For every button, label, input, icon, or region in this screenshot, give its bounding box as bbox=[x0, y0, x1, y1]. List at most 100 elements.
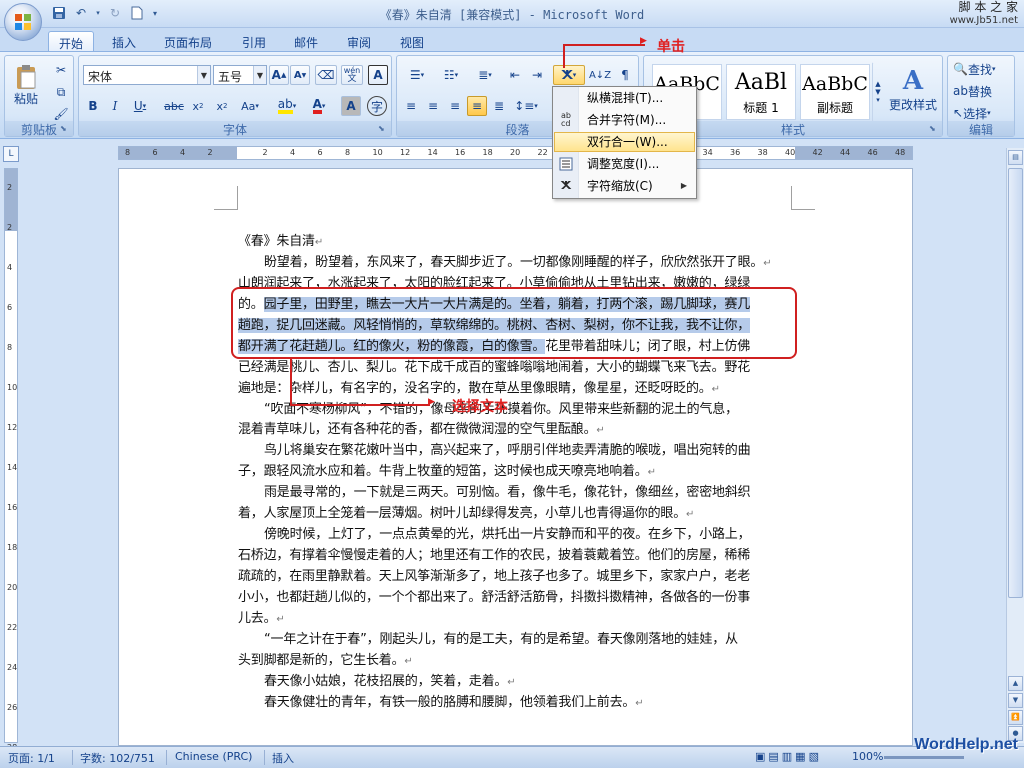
font-launcher-icon[interactable]: ⬊ bbox=[378, 124, 388, 134]
underline-button[interactable]: U ▾ bbox=[127, 96, 153, 116]
word-count[interactable]: 字数: 102/751 bbox=[80, 750, 155, 766]
character-shading-button[interactable]: A bbox=[341, 96, 361, 116]
font-color-button[interactable]: A ▾ bbox=[305, 96, 333, 116]
tab-home[interactable]: 开始 bbox=[48, 31, 95, 52]
cut-button[interactable]: ✂ bbox=[51, 60, 71, 80]
zoom-slider[interactable] bbox=[884, 756, 964, 759]
document-line[interactable]: 着，人家屋顶上全笼着一层薄烟。树叶儿却绿得发亮，小草儿也青得逼你的眼。↵ bbox=[238, 504, 794, 525]
distributed-button[interactable]: ≣ bbox=[489, 96, 509, 116]
document-line[interactable]: 已经满是桃儿、杏儿、梨儿。花下成千成百的蜜蜂嗡嗡地闹着，大小的蝴蝶飞来飞去。野花 bbox=[238, 358, 794, 379]
menu-item-combine-chars[interactable]: ab cd 合并字符(M)... bbox=[554, 110, 695, 130]
document-line[interactable]: 遍地是：杂样儿，有名字的，没名字的，散在草丛里像眼睛，像星星，还眨呀眨的。↵ bbox=[238, 379, 794, 400]
page-count[interactable]: 页面: 1/1 bbox=[8, 750, 55, 766]
document-line[interactable]: 雨是最寻常的，一下就是三两天。可别恼。看，像牛毛，像花针，像细丝，密密地斜织 bbox=[238, 483, 794, 504]
styles-launcher-icon[interactable]: ⬊ bbox=[929, 124, 939, 134]
tab-page-layout[interactable]: 页面布局 bbox=[154, 31, 222, 52]
document-line[interactable]: 傍晚时候，上灯了，一点点黄晕的光，烘托出一片安静而和平的夜。在乡下，小路上， bbox=[238, 525, 794, 546]
replace-button[interactable]: ab 替换 bbox=[952, 81, 1012, 101]
document-line[interactable]: 春天像小姑娘，花枝招展的，笑着，走着。↵ bbox=[238, 672, 794, 693]
bold-button[interactable]: B bbox=[83, 96, 103, 116]
language-indicator[interactable]: Chinese (PRC) bbox=[175, 750, 252, 763]
character-border-button[interactable]: A bbox=[368, 65, 388, 85]
clipboard-launcher-icon[interactable]: ⬊ bbox=[60, 124, 70, 134]
style-subtitle[interactable]: AaBbC 副标题 bbox=[800, 64, 870, 120]
document-line[interactable]: 小小，也都赶趟儿似的，一个个都出来了。舒活舒活筋骨，抖擞抖擞精神，各做各的一份事 bbox=[238, 588, 794, 609]
tab-view[interactable]: 视图 bbox=[390, 31, 434, 52]
line-spacing-button[interactable]: ↕≡ ▾ bbox=[511, 96, 541, 116]
document-line[interactable]: “一年之计在于春”，刚起头儿，有的是工夫，有的是希望。春天像刚落地的娃娃，从 bbox=[238, 630, 794, 651]
grow-font-button[interactable]: A ▲ bbox=[269, 65, 289, 85]
justify-button[interactable]: ≡ bbox=[467, 96, 487, 116]
bullets-button[interactable]: ☰ ▾ bbox=[401, 65, 433, 85]
highlight-button[interactable]: ab ▾ bbox=[273, 96, 301, 116]
office-button[interactable] bbox=[4, 3, 42, 41]
tab-references[interactable]: 引用 bbox=[232, 31, 276, 52]
tab-review[interactable]: 审阅 bbox=[337, 31, 381, 52]
change-case-button[interactable]: Aa ▾ bbox=[235, 96, 265, 116]
menu-item-fit-width[interactable]: 调整宽度(I)... bbox=[554, 154, 695, 174]
select-button[interactable]: ↖ 选择 ▾ bbox=[952, 103, 1012, 123]
status-separator bbox=[166, 750, 167, 765]
paste-button[interactable]: 粘贴 bbox=[9, 60, 43, 110]
chevron-up-icon[interactable]: ▲ bbox=[875, 80, 880, 88]
menu-item-vertical-mix[interactable]: 纵横混排(T)... bbox=[554, 88, 695, 108]
styles-scroll[interactable]: ▲ ▼ ▾ bbox=[872, 62, 884, 122]
vertical-ruler[interactable]: 2246810121416182022242628 bbox=[4, 168, 18, 752]
scroll-down-icon[interactable]: ▼ bbox=[1008, 693, 1023, 708]
shrink-font-button[interactable]: A ▼ bbox=[290, 65, 310, 85]
subscript-button[interactable]: x2 bbox=[187, 96, 209, 116]
clear-formatting-button[interactable]: ⌫ bbox=[315, 65, 337, 85]
scrollbar-thumb[interactable] bbox=[1008, 168, 1023, 598]
view-buttons[interactable]: ▣▤▥▦▧ bbox=[755, 750, 822, 763]
multilevel-list-button[interactable]: ≣ ▾ bbox=[469, 65, 501, 85]
tab-insert[interactable]: 插入 bbox=[102, 31, 146, 52]
decrease-indent-button[interactable]: ⇤ bbox=[505, 65, 525, 85]
document-line[interactable]: 子，跟轻风流水应和着。牛背上牧童的短笛，这时候也成天嘹亮地响着。↵ bbox=[238, 462, 794, 483]
chevron-down-icon[interactable]: ▼ bbox=[875, 88, 880, 96]
strikethrough-button[interactable]: abc bbox=[163, 96, 185, 116]
tab-selector-icon[interactable]: L bbox=[3, 146, 19, 162]
enclose-characters-button[interactable]: 字 bbox=[367, 96, 387, 116]
italic-button[interactable]: I bbox=[105, 96, 125, 116]
scroll-up-icon[interactable]: ▲ bbox=[1008, 676, 1023, 691]
tab-mailings[interactable]: 邮件 bbox=[284, 31, 328, 52]
zoom-level[interactable]: 100% bbox=[852, 750, 883, 763]
document-line[interactable]: 混着青草味儿，还有各种花的香，都在微微润湿的空气里酝酿。↵ bbox=[238, 420, 794, 441]
numbering-button[interactable]: ☷ ▾ bbox=[435, 65, 467, 85]
document-line[interactable]: 头到脚都是新的，它生长着。↵ bbox=[238, 651, 794, 672]
show-marks-button[interactable]: ¶ bbox=[615, 65, 635, 85]
document-line[interactable]: 春天像健壮的青年，有铁一般的胳膊和腰脚，他领着我们上前去。↵ bbox=[238, 693, 794, 714]
font-size-value: 五号 bbox=[218, 70, 243, 84]
vertical-scrollbar[interactable]: ▤ ▲ ▼ ⏫ ● bbox=[1006, 148, 1024, 743]
style-heading1[interactable]: AaBl 标题 1 bbox=[726, 64, 796, 120]
superscript-button[interactable]: x2 bbox=[211, 96, 233, 116]
document-line[interactable]: “吹面不寒杨柳风”，不错的，像母亲的手抚摸着你。风里带来些新翻的泥土的气息， bbox=[238, 400, 794, 421]
menu-item-two-lines-in-one[interactable]: 双行合一(W)... bbox=[554, 132, 695, 152]
find-button[interactable]: 🔍 查找 ▾ bbox=[952, 59, 1012, 79]
document-line[interactable]: 鸟儿将巢安在繁花嫩叶当中，高兴起来了，呼朋引伴地卖弄清脆的喉咙，唱出宛转的曲 bbox=[238, 441, 794, 462]
asian-layout-button[interactable]: ⵅ ▾ bbox=[553, 65, 585, 85]
align-left-button[interactable]: ≡ bbox=[401, 96, 421, 116]
document-line[interactable]: 儿去。↵ bbox=[238, 609, 794, 630]
more-icon[interactable]: ▾ bbox=[876, 96, 880, 104]
chevron-down-icon[interactable]: ▼ bbox=[253, 66, 266, 84]
change-styles-button[interactable]: A 更改样式 bbox=[886, 60, 940, 118]
increase-indent-button[interactable]: ⇥ bbox=[527, 65, 547, 85]
align-right-button[interactable]: ≡ bbox=[445, 96, 465, 116]
phonetic-guide-button[interactable]: wén 文 bbox=[341, 65, 363, 85]
previous-page-icon[interactable]: ⏫ bbox=[1008, 710, 1023, 725]
ruler-toggle-icon[interactable]: ▤ bbox=[1008, 150, 1023, 165]
menu-item-char-scale[interactable]: ⵅ 字符缩放(C) ▶ bbox=[554, 176, 695, 196]
chevron-down-icon[interactable]: ▼ bbox=[197, 66, 210, 84]
align-center-button[interactable]: ≡ bbox=[423, 96, 443, 116]
sort-button[interactable]: A↓Z bbox=[589, 65, 611, 85]
document-line[interactable]: 盼望着，盼望着，东风来了，春天脚步近了。一切都像刚睡醒的样子，欣欣然张开了眼。↵ bbox=[238, 253, 794, 274]
copy-button[interactable]: ⧉ bbox=[51, 82, 71, 102]
document-line[interactable]: 石桥边，有撑着伞慢慢走着的人；地里还有工作的农民，披着蓑戴着笠。他们的房屋，稀稀 bbox=[238, 546, 794, 567]
font-size-combo[interactable]: 五号 ▼ bbox=[213, 65, 267, 85]
document-line[interactable]: 疏疏的，在雨里静默着。天上风筝渐渐多了，地上孩子也多了。城里乡下，家家户户，老老 bbox=[238, 567, 794, 588]
font-name-combo[interactable]: 宋体 ▼ bbox=[83, 65, 211, 85]
insert-mode[interactable]: 插入 bbox=[272, 750, 294, 766]
horizontal-ruler[interactable]: 8642246810121416182022242628303234363840… bbox=[118, 146, 913, 160]
document-line[interactable]: 《春》朱自清↵ bbox=[238, 232, 794, 253]
